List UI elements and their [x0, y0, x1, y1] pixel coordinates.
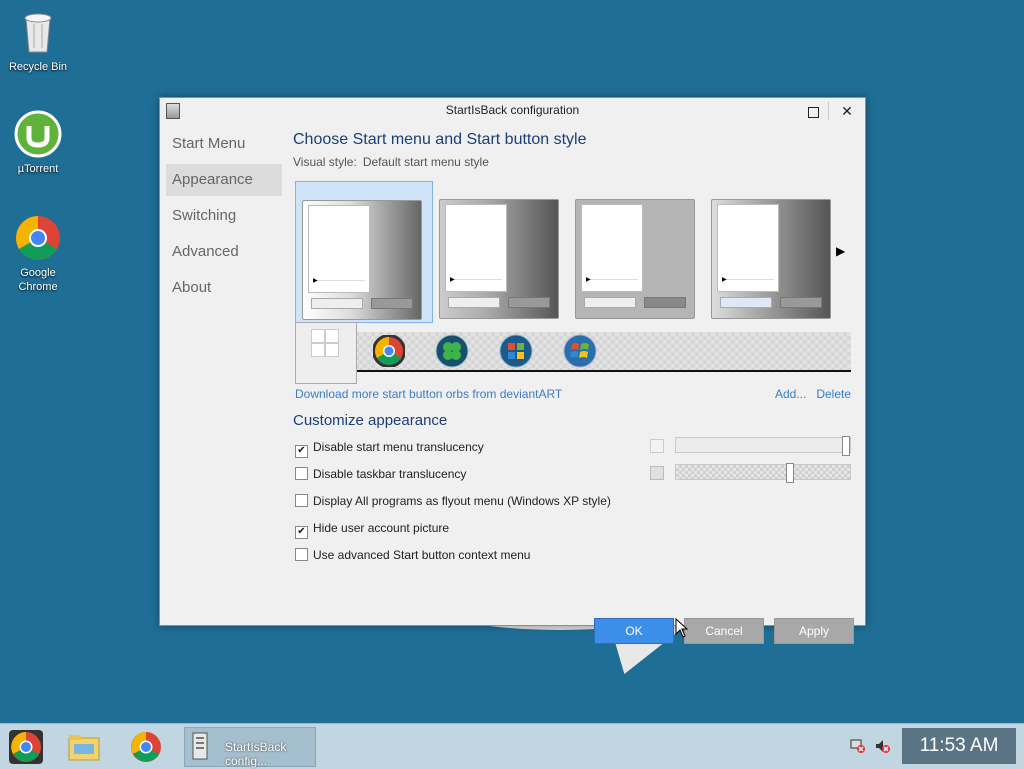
taskbar-clock[interactable]: 11:53 AM: [902, 728, 1016, 764]
windows-logo-icon: [311, 329, 339, 357]
mouse-cursor-icon: [675, 618, 689, 638]
desktop-icon-chrome[interactable]: Google Chrome: [0, 214, 76, 294]
add-orb-link[interactable]: Add...: [775, 387, 806, 401]
taskbar-translucency-slider[interactable]: [675, 463, 851, 483]
close-button[interactable]: ✕: [830, 98, 864, 124]
config-window: StartIsBack configuration ✕ Start Menu A…: [159, 97, 866, 644]
option-advanced-context-menu[interactable]: Use advanced Start button context menu: [295, 547, 530, 563]
desktop-icon-utorrent[interactable]: µTorrent: [0, 110, 76, 176]
nav-item-start-menu[interactable]: Start Menu: [166, 128, 282, 160]
orb-strip: [295, 322, 851, 384]
style-thumb-4[interactable]: ▶: [705, 181, 841, 321]
option-disable-taskbar-translucency[interactable]: Disable taskbar translucency: [295, 466, 466, 482]
utorrent-icon: [14, 110, 62, 158]
visual-style-value: Default start menu style: [362, 155, 489, 169]
ok-button[interactable]: OK: [594, 618, 674, 644]
start-menu-color-swatch[interactable]: [650, 439, 664, 453]
startisback-app-icon: [192, 732, 208, 760]
option-label: Disable start menu translucency: [313, 440, 484, 454]
window-title: StartIsBack configuration: [445, 103, 580, 117]
orb-links: Download more start button orbs from dev…: [295, 387, 851, 401]
slider-thumb[interactable]: [842, 436, 850, 456]
desktop-icon-label: Google Chrome: [18, 267, 58, 293]
style-preview: ▶: [302, 200, 422, 320]
option-label: Display All programs as flyout menu (Win…: [313, 494, 611, 508]
nav-item-appearance[interactable]: Appearance: [166, 164, 282, 196]
next-styles-arrow-icon[interactable]: ▶: [836, 244, 845, 258]
taskbar-color-swatch[interactable]: [650, 466, 664, 480]
orb-vista[interactable]: [563, 334, 597, 368]
chrome-icon: [14, 214, 62, 262]
file-explorer-icon[interactable]: [66, 729, 102, 765]
style-preview: ▶: [439, 199, 559, 319]
option-all-programs-flyout[interactable]: Display All programs as flyout menu (Win…: [295, 493, 611, 509]
slider-thumb[interactable]: [786, 463, 794, 483]
orb-actions: Add... Delete: [765, 387, 851, 401]
nav-item-switching[interactable]: Switching: [166, 200, 282, 232]
delete-orb-link[interactable]: Delete: [816, 387, 851, 401]
taskbar-task-label: StartIsBack config...: [225, 740, 287, 768]
start-orb-chrome-icon[interactable]: [8, 729, 44, 765]
checkbox[interactable]: [295, 494, 308, 507]
sidebar-nav: Start Menu Appearance Switching Advanced…: [166, 128, 282, 308]
style-preview: ▶: [575, 199, 695, 319]
download-orbs-link[interactable]: Download more start button orbs from dev…: [295, 387, 562, 401]
desktop-icon-recycle-bin[interactable]: Recycle Bin: [0, 8, 76, 74]
style-preview: ▶: [711, 199, 831, 319]
visual-style-line: Visual style: Default start menu style: [293, 155, 853, 169]
customize-heading: Customize appearance: [293, 412, 448, 429]
option-hide-user-picture[interactable]: ✔ Hide user account picture: [295, 520, 450, 539]
network-error-icon[interactable]: [850, 738, 866, 754]
orb-windows7[interactable]: [499, 334, 533, 368]
orb-windows8[interactable]: [295, 322, 357, 384]
option-label: Disable taskbar translucency: [313, 467, 467, 481]
checkbox[interactable]: ✔: [295, 445, 308, 458]
nav-item-advanced[interactable]: Advanced: [166, 236, 282, 268]
nav-item-about[interactable]: About: [166, 272, 282, 304]
section-heading: Choose Start menu and Start button style: [293, 131, 587, 148]
volume-muted-icon[interactable]: [874, 738, 890, 754]
style-thumbnails: ▶ ▶ ▶ ▶ ▶: [293, 181, 853, 323]
titlebar-separator: [828, 102, 829, 120]
style-thumb-1[interactable]: ▶: [295, 181, 433, 323]
style-thumb-2[interactable]: ▶: [433, 181, 569, 321]
option-disable-start-menu-translucency[interactable]: ✔ Disable start menu translucency: [295, 439, 484, 458]
chrome-icon[interactable]: [128, 729, 164, 765]
visual-style-label: Visual style:: [293, 155, 357, 169]
taskbar: StartIsBack config... 11:53 AM: [0, 723, 1024, 769]
cancel-button[interactable]: Cancel: [684, 618, 764, 644]
option-label: Hide user account picture: [313, 521, 450, 535]
desktop-icon-label: µTorrent: [17, 163, 59, 175]
start-menu-translucency-slider[interactable]: [675, 436, 851, 456]
maximize-button[interactable]: [796, 98, 830, 124]
checkbox[interactable]: [295, 548, 308, 561]
style-thumb-3[interactable]: ▶: [569, 181, 705, 321]
recycle-bin-icon: [14, 8, 62, 56]
orb-clover[interactable]: [435, 334, 469, 368]
checkbox[interactable]: ✔: [295, 526, 308, 539]
option-label: Use advanced Start button context menu: [313, 548, 531, 562]
apply-button[interactable]: Apply: [774, 618, 854, 644]
checkbox[interactable]: [295, 467, 308, 480]
maximize-icon: [807, 106, 819, 118]
orb-chrome[interactable]: [372, 334, 406, 368]
close-icon: ✕: [841, 103, 853, 119]
content-panel: Choose Start menu and Start button style…: [293, 128, 854, 644]
title-bar[interactable]: StartIsBack configuration ✕: [160, 98, 865, 124]
desktop-icon-label: Recycle Bin: [8, 61, 68, 73]
taskbar-task-startisback[interactable]: StartIsBack config...: [184, 727, 316, 768]
